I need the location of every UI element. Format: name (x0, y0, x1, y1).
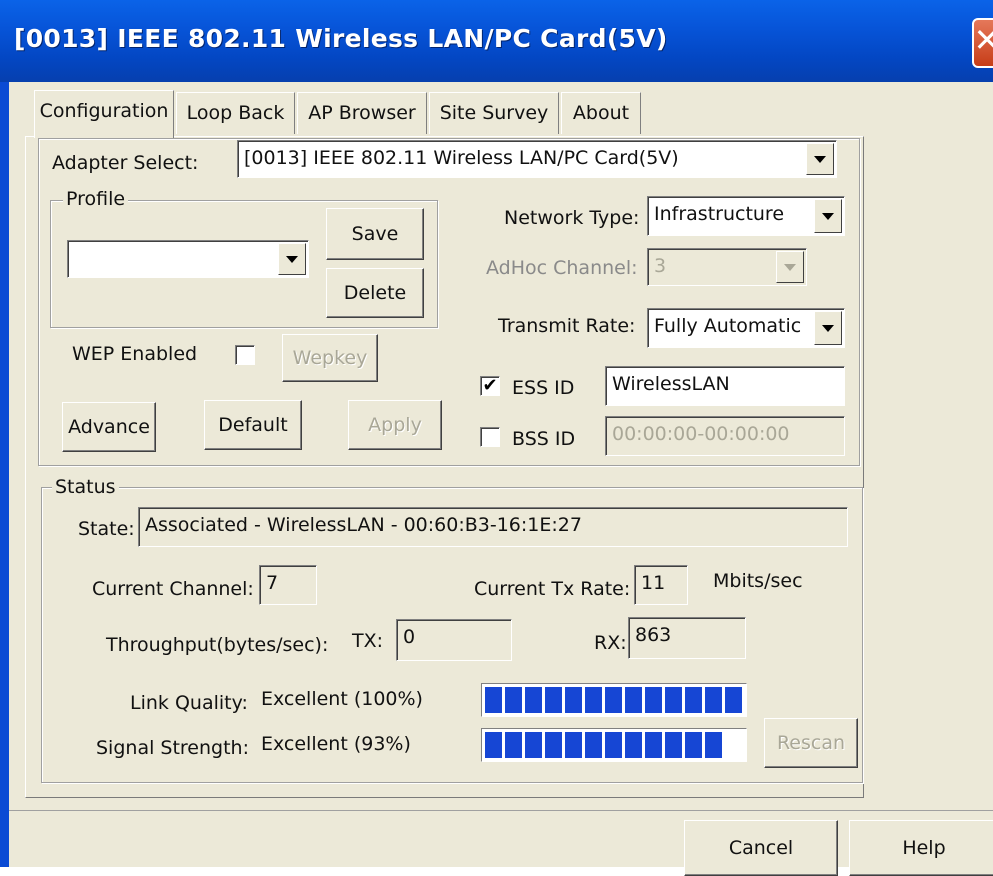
transmit-rate-value: Fully Automatic (654, 315, 802, 337)
adhoc-channel-dropdown: 3 (647, 248, 807, 286)
tab-site-survey[interactable]: Site Survey (429, 92, 559, 134)
chevron-down-icon[interactable] (806, 143, 834, 175)
cancel-button[interactable]: Cancel (684, 820, 838, 876)
tx-throughput-value: 0 (396, 619, 512, 661)
essid-checkbox[interactable]: ✔ (480, 376, 500, 396)
link-quality-label: Link Quality: (130, 692, 248, 714)
tab-loop-back[interactable]: Loop Back (176, 92, 295, 134)
chevron-down-icon[interactable] (814, 311, 842, 345)
chevron-down-icon[interactable] (278, 243, 306, 275)
chevron-down-icon[interactable] (814, 199, 842, 233)
network-type-dropdown[interactable]: Infrastructure (647, 196, 845, 236)
bssid-input: 00:00:00-00:00:00 (605, 416, 845, 456)
essid-input[interactable]: WirelessLAN (605, 366, 845, 406)
bssid-checkbox[interactable] (480, 427, 500, 447)
rx-throughput-value: 863 (628, 617, 746, 659)
network-type-value: Infrastructure (654, 203, 785, 225)
transmit-rate-label: Transmit Rate: (498, 315, 636, 337)
window-title: [0013] IEEE 802.11 Wireless LAN/PC Card(… (14, 24, 668, 53)
rescan-button: Rescan (764, 718, 858, 768)
wepkey-button: Wepkey (282, 334, 378, 382)
default-button[interactable]: Default (204, 400, 302, 450)
footer-separator (9, 810, 993, 811)
essid-label: ESS ID (512, 377, 575, 399)
state-value: Associated - WirelessLAN - 00:60:B3-16:1… (138, 507, 848, 547)
current-tx-rate-label: Current Tx Rate: (474, 578, 631, 600)
window-frame-left (0, 82, 9, 867)
tab-configuration[interactable]: Configuration (34, 90, 174, 138)
tab-about[interactable]: About (561, 92, 641, 134)
state-label: State: (78, 518, 135, 540)
wep-enabled-label: WEP Enabled (72, 343, 198, 365)
advance-button[interactable]: Advance (62, 402, 156, 452)
adhoc-channel-value: 3 (654, 255, 667, 277)
network-type-label: Network Type: (504, 207, 640, 229)
link-quality-meter (481, 683, 747, 717)
transmit-rate-dropdown[interactable]: Fully Automatic (647, 308, 845, 348)
throughput-label: Throughput(bytes/sec): (106, 634, 329, 656)
close-icon: ✕ (973, 21, 993, 59)
current-channel-value: 7 (259, 565, 317, 605)
adapter-select-label: Adapter Select: (52, 152, 199, 174)
signal-strength-meter (481, 728, 747, 762)
current-tx-rate-value: 11 (634, 565, 688, 605)
adapter-select-value: [0013] IEEE 802.11 Wireless LAN/PC Card(… (244, 147, 679, 169)
profile-legend: Profile (63, 188, 129, 210)
signal-strength-label: Signal Strength: (96, 737, 249, 759)
tab-ap-browser[interactable]: AP Browser (297, 92, 427, 134)
tx-label: TX: (352, 630, 384, 652)
help-button[interactable]: Help (849, 820, 993, 876)
save-button[interactable]: Save (326, 208, 424, 260)
link-quality-meter-fill (485, 687, 743, 713)
adhoc-channel-label: AdHoc Channel: (486, 257, 638, 279)
signal-strength-meter-fill (485, 732, 725, 758)
status-legend: Status (52, 476, 119, 498)
chevron-down-icon (776, 251, 804, 283)
link-quality-value: Excellent (100%) (261, 688, 423, 710)
profile-dropdown[interactable] (67, 240, 309, 278)
apply-button: Apply (348, 400, 442, 450)
rx-label: RX: (594, 632, 627, 654)
signal-strength-value: Excellent (93%) (261, 733, 411, 755)
current-channel-label: Current Channel: (92, 578, 254, 600)
adapter-select-dropdown[interactable]: [0013] IEEE 802.11 Wireless LAN/PC Card(… (237, 140, 837, 178)
tx-rate-unit: Mbits/sec (713, 570, 803, 592)
delete-button[interactable]: Delete (326, 268, 424, 318)
wep-enabled-checkbox[interactable] (235, 345, 255, 365)
bssid-label: BSS ID (512, 428, 576, 450)
